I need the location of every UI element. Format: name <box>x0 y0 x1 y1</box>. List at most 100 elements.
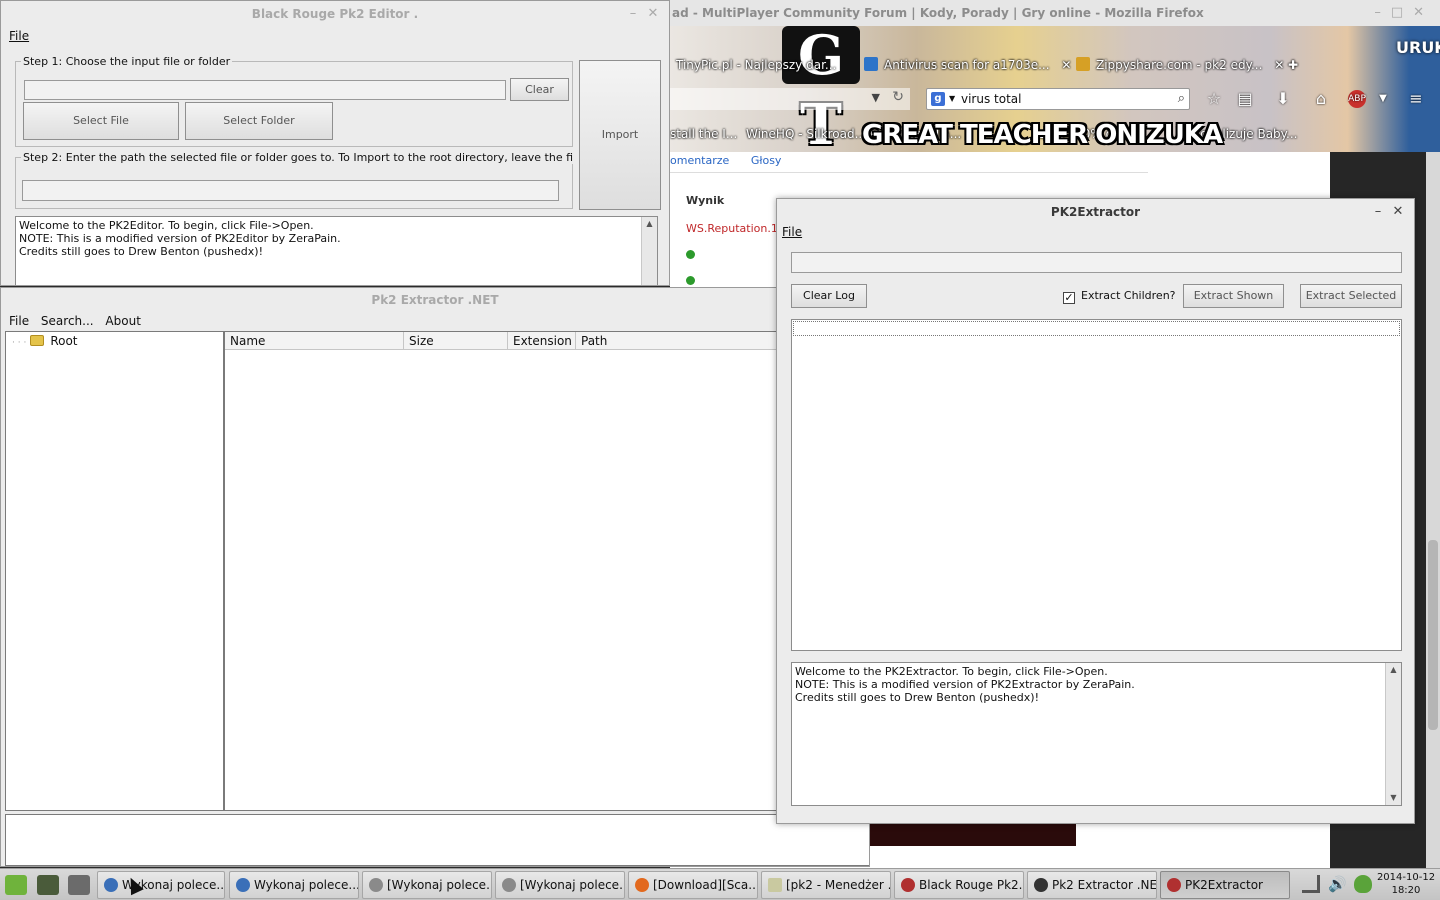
column-extension[interactable]: Extension <box>508 332 576 350</box>
menu-bar: File Search... About <box>1 312 869 330</box>
menu-file[interactable]: File <box>1 27 33 45</box>
menu-icon[interactable]: ≡ <box>1405 88 1427 110</box>
taskbar-item[interactable]: [Download][Sca... <box>628 871 758 899</box>
tree-item-root[interactable]: · · · Root <box>12 334 78 348</box>
listbox-focus-row[interactable] <box>793 321 1400 336</box>
extract-shown-button[interactable]: Extract Shown <box>1183 284 1284 308</box>
taskbar-item-label: [pk2 - Menedżer ... <box>786 878 891 892</box>
taskbar-item[interactable]: Wykonaj polece... <box>97 871 225 899</box>
select-file-button[interactable]: Select File <box>23 102 179 140</box>
import-button[interactable]: Import <box>579 60 661 210</box>
scroll-up-icon[interactable]: ▲ <box>642 217 657 231</box>
scroll-down-icon[interactable]: ▼ <box>1386 791 1401 805</box>
file-listbox[interactable] <box>791 319 1402 651</box>
log-scrollbar[interactable]: ▲ <box>641 217 657 285</box>
adblock-icon[interactable]: ABP <box>1348 90 1366 108</box>
firefox-window-controls[interactable]: –□✕ <box>1374 0 1434 26</box>
result-header: Wynik <box>686 194 725 207</box>
virustotal-icon <box>864 57 878 71</box>
tree-item-label: Root <box>50 334 78 348</box>
downloads-icon[interactable]: ⬇ <box>1272 88 1294 110</box>
input-path-field[interactable] <box>24 80 506 100</box>
close-tab-icon[interactable]: ✕ <box>1061 58 1071 72</box>
pk2-extractor-net-window: Pk2 Extractor .NET File Search... About … <box>0 287 870 867</box>
extractor-log[interactable]: Welcome to the PK2Extractor. To begin, c… <box>791 662 1402 806</box>
menu-file[interactable]: File <box>777 223 806 241</box>
content-link[interactable]: Głosy <box>751 154 782 167</box>
menu-search[interactable]: Search... <box>37 312 98 330</box>
volume-icon[interactable]: 🔊 <box>1328 875 1347 893</box>
folder-tree[interactable]: · · · Root <box>5 331 224 811</box>
firefox-title: ad - MultiPlayer Community Forum | Kody,… <box>670 0 1440 26</box>
file-list[interactable]: Name Size Extension Path <box>224 331 784 811</box>
page-scrollbar[interactable] <box>1426 152 1440 868</box>
taskbar-item[interactable]: Pk2 Extractor .NET <box>1027 871 1157 899</box>
url-dropdown-icon[interactable]: ▼ <box>872 91 880 104</box>
url-bar[interactable]: ▼ ↻ <box>670 88 910 110</box>
reload-icon[interactable]: ↻ <box>892 89 904 105</box>
menu-file[interactable]: File <box>1 312 33 330</box>
terminal-icon[interactable] <box>68 875 90 895</box>
clear-log-button[interactable]: Clear Log <box>791 284 867 308</box>
bookmark-item[interactable]: stall the I... <box>670 122 737 146</box>
taskbar-item[interactable]: [pk2 - Menedżer ... <box>761 871 891 899</box>
bookmark-item[interactable]: WineHQ - Silkroad... <box>746 122 866 146</box>
wine-icon <box>1167 878 1181 892</box>
taskbar-item[interactable]: Wykonaj polece... <box>229 871 359 899</box>
extract-selected-button[interactable]: Extract Selected <box>1300 284 1402 308</box>
check-icon <box>686 250 695 259</box>
taskbar-item-label: [Download][Sca... <box>653 878 758 892</box>
pk2extractor-window: PK2Extractor – ✕ File Clear Log ✓ Extract … <box>776 198 1415 824</box>
window-title: Black Rouge Pk2 Editor . <box>251 7 419 21</box>
network-icon[interactable] <box>1302 875 1320 893</box>
extract-children-checkbox[interactable]: ✓ <box>1063 292 1075 304</box>
tab-label: TinyPic.pl - Najlepszy dar... <box>676 58 837 72</box>
firefox-tab[interactable]: TinyPic.pl - Najlepszy dar... <box>676 52 836 78</box>
close-icon[interactable]: ✕ <box>643 1 663 27</box>
zippyshare-icon <box>1076 57 1090 71</box>
clock[interactable]: 2014-10-12 18:20 <box>1376 871 1436 897</box>
minimize-icon[interactable]: – <box>1368 199 1388 225</box>
editor-log[interactable]: Welcome to the PK2Editor. To begin, clic… <box>15 216 658 285</box>
bookmarks-list-icon[interactable]: ▤ <box>1234 88 1256 110</box>
google-icon[interactable]: g <box>931 92 945 106</box>
taskbar-item[interactable]: [Wykonaj polece... <box>362 871 492 899</box>
taskbar-item[interactable]: [Wykonaj polece... <box>495 871 625 899</box>
search-engine-dropdown-icon[interactable]: ▼ <box>949 89 955 109</box>
content-link[interactable]: omentarze <box>670 154 729 167</box>
taskbar-item-label: [Wykonaj polece... <box>387 878 492 892</box>
log-scrollbar[interactable]: ▲ ▼ <box>1385 663 1401 805</box>
pk2-editor-window: Black Rouge Pk2 Editor . – ✕ File Step 1:… <box>0 0 670 286</box>
firefox-tab[interactable]: Antivirus scan for a1703e... ✕ <box>864 52 1071 78</box>
bookmark-star-icon[interactable]: ☆ <box>1203 88 1225 110</box>
minimize-icon[interactable]: – <box>623 1 643 27</box>
close-icon[interactable]: ✕ <box>1388 199 1408 225</box>
show-desktop-icon[interactable] <box>37 875 59 895</box>
menu-about[interactable]: About <box>101 312 144 330</box>
pk2-path-field[interactable] <box>791 252 1402 273</box>
extract-children-option[interactable]: ✓ Extract Children? <box>1063 287 1176 305</box>
folder-icon <box>768 878 782 892</box>
step1-label: Step 1: Choose the input file or folder <box>21 55 233 68</box>
update-shield-icon[interactable] <box>1354 875 1372 893</box>
column-size[interactable]: Size <box>404 332 508 350</box>
start-menu-icon[interactable] <box>5 875 27 895</box>
taskbar-item-label: [Wykonaj polece... <box>520 878 625 892</box>
window-title: Pk2 Extractor .NET <box>371 293 499 307</box>
search-input[interactable]: g ▼ virus total ⌕ <box>926 88 1190 110</box>
adblock-dropdown-icon[interactable]: ▼ <box>1372 88 1394 110</box>
clear-button[interactable]: Clear <box>510 78 569 101</box>
column-name[interactable]: Name <box>225 332 404 350</box>
close-tab-icon[interactable]: ✕ <box>1274 58 1284 72</box>
home-icon[interactable]: ⌂ <box>1310 88 1332 110</box>
taskbar-item[interactable]: Black Rouge Pk2... <box>894 871 1024 899</box>
search-icon[interactable]: ⌕ <box>1178 89 1185 109</box>
destination-path-field[interactable] <box>22 180 559 201</box>
select-folder-button[interactable]: Select Folder <box>185 102 333 140</box>
page-scroll-thumb[interactable] <box>1428 540 1438 730</box>
new-tab-icon[interactable]: ✚ <box>1288 52 1298 78</box>
column-path[interactable]: Path <box>576 332 785 350</box>
scroll-up-icon[interactable]: ▲ <box>1386 663 1401 677</box>
taskbar-item-active[interactable]: PK2Extractor <box>1160 871 1290 899</box>
firefox-tab-active[interactable]: Zippyshare.com - pk2 edy... ✕ <box>1076 52 1284 78</box>
